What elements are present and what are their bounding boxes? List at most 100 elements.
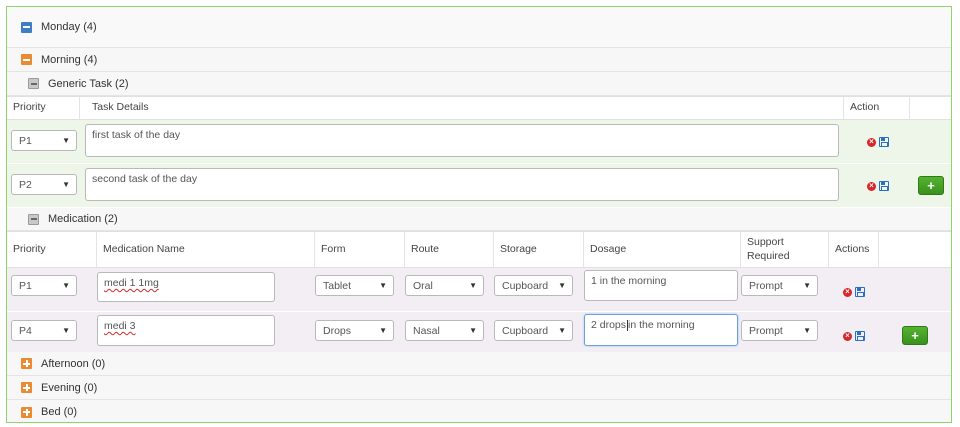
column-header-storage: Storage [493, 232, 583, 267]
storage-select[interactable]: Cupboard ▼ [494, 275, 573, 296]
morning-label: Morning (4) [41, 53, 98, 66]
expand-icon[interactable] [21, 358, 32, 369]
form-value: Tablet [323, 279, 352, 292]
priority-value: P2 [19, 178, 32, 191]
priority-select[interactable]: P4 ▼ [11, 320, 77, 341]
medication-header[interactable]: Medication (2) [7, 208, 951, 231]
support-value: Prompt [749, 324, 783, 337]
medication-label: Medication (2) [48, 213, 118, 225]
form-value: Drops [323, 324, 352, 337]
dropdown-arrow-icon: ▼ [558, 326, 566, 335]
route-select[interactable]: Oral ▼ [405, 275, 484, 296]
row-actions: × [843, 331, 865, 341]
priority-select[interactable]: P1 ▼ [11, 275, 77, 296]
dropdown-arrow-icon: ▼ [803, 326, 811, 335]
priority-select[interactable]: P1 ▼ [11, 130, 77, 151]
afternoon-label: Afternoon (0) [41, 357, 106, 370]
column-header-priority: Priority [13, 242, 46, 255]
medication-name-value: medi 1 1mg [104, 277, 159, 289]
table-row: P4 ▼ medi 3 Drops ▼ Nasal ▼ Cupboard ▼ 2 dro… [7, 312, 951, 355]
column-header-form: Form [314, 232, 404, 267]
support-required-select[interactable]: Prompt ▼ [741, 275, 818, 296]
generic-task-label: Generic Task (2) [48, 77, 129, 90]
save-icon[interactable] [855, 287, 865, 297]
collapse-icon[interactable] [21, 21, 32, 33]
medication-name-field[interactable]: medi 3 [97, 315, 275, 346]
row-actions: × [843, 287, 865, 297]
dropdown-arrow-icon: ▼ [469, 326, 477, 335]
column-header-empty [909, 97, 951, 119]
delete-icon[interactable]: × [843, 287, 852, 297]
column-header-priority: Priority [13, 101, 46, 114]
support-value: Prompt [749, 279, 783, 292]
dosage-field[interactable]: 1 in the morning [584, 270, 738, 301]
delete-icon[interactable]: × [867, 181, 876, 191]
delete-icon[interactable]: × [843, 331, 852, 341]
schedule-panel: Monday (4) Morning (4) Generic Task (2) … [6, 6, 952, 423]
save-icon[interactable] [855, 331, 865, 341]
collapse-icon[interactable] [28, 78, 39, 89]
save-icon[interactable] [879, 137, 889, 147]
expand-icon[interactable] [21, 382, 32, 393]
route-select[interactable]: Nasal ▼ [405, 320, 484, 341]
task-details-field[interactable]: second task of the day [85, 168, 839, 201]
save-icon[interactable] [879, 181, 889, 191]
priority-select[interactable]: P2 ▼ [11, 174, 77, 195]
row-actions: × [867, 137, 889, 147]
add-medication-button[interactable]: + [902, 326, 928, 345]
dosage-text-before-caret: 2 drops [591, 319, 627, 331]
morning-header[interactable]: Morning (4) [7, 48, 951, 72]
priority-value: P1 [19, 279, 32, 292]
dropdown-arrow-icon: ▼ [62, 136, 70, 145]
column-header-dosage: Dosage [583, 232, 740, 267]
priority-value: P4 [19, 324, 32, 337]
monday-label: Monday (4) [41, 21, 97, 33]
form-select[interactable]: Drops ▼ [315, 320, 394, 341]
dropdown-arrow-icon: ▼ [62, 180, 70, 189]
medication-name-field[interactable]: medi 1 1mg [97, 272, 275, 302]
dosage-field[interactable]: 2 drops in the morning [584, 314, 738, 346]
medication-table-header: Priority Medication Name Form Route Stor… [7, 231, 951, 268]
bed-header[interactable]: Bed (0) [7, 400, 951, 422]
route-value: Oral [413, 279, 433, 292]
storage-value: Cupboard [502, 324, 549, 337]
bed-label: Bed (0) [41, 406, 78, 418]
column-header-medication-name: Medication Name [96, 232, 314, 267]
table-row: P1 ▼ first task of the day × [7, 120, 951, 164]
column-header-actions: Actions [828, 232, 878, 267]
collapse-icon[interactable] [28, 213, 39, 225]
route-value: Nasal [413, 324, 440, 337]
dropdown-arrow-icon: ▼ [62, 281, 70, 290]
column-header-action: Action [843, 97, 909, 119]
dosage-text-after-caret: in the morning [628, 319, 695, 331]
dropdown-arrow-icon: ▼ [379, 281, 387, 290]
evening-label: Evening (0) [41, 381, 98, 394]
collapse-icon[interactable] [21, 54, 32, 65]
monday-header[interactable]: Monday (4) [7, 7, 951, 48]
column-header-route: Route [404, 232, 493, 267]
column-header-empty [878, 232, 951, 267]
support-required-select[interactable]: Prompt ▼ [741, 320, 818, 341]
afternoon-header[interactable]: Afternoon (0) [7, 352, 951, 376]
medication-name-value: medi 3 [104, 320, 136, 332]
evening-header[interactable]: Evening (0) [7, 376, 951, 400]
priority-value: P1 [19, 134, 32, 147]
delete-icon[interactable]: × [867, 137, 876, 147]
storage-value: Cupboard [502, 279, 549, 292]
dropdown-arrow-icon: ▼ [803, 281, 811, 290]
table-row: P2 ▼ second task of the day × + [7, 164, 951, 208]
generic-task-table-header: Priority Task Details Action [7, 96, 951, 120]
dropdown-arrow-icon: ▼ [558, 281, 566, 290]
row-actions: × [867, 181, 889, 191]
add-task-button[interactable]: + [918, 176, 944, 195]
column-header-support-required: Support Required [740, 232, 828, 267]
expand-icon[interactable] [21, 406, 32, 418]
dropdown-arrow-icon: ▼ [62, 326, 70, 335]
task-details-field[interactable]: first task of the day [85, 124, 839, 157]
dropdown-arrow-icon: ▼ [469, 281, 477, 290]
storage-select[interactable]: Cupboard ▼ [494, 320, 573, 341]
form-select[interactable]: Tablet ▼ [315, 275, 394, 296]
column-header-task-details: Task Details [79, 97, 843, 119]
generic-task-header[interactable]: Generic Task (2) [7, 72, 951, 96]
table-row: P1 ▼ medi 1 1mg Tablet ▼ Oral ▼ Cupboard ▼ 1… [7, 268, 951, 312]
